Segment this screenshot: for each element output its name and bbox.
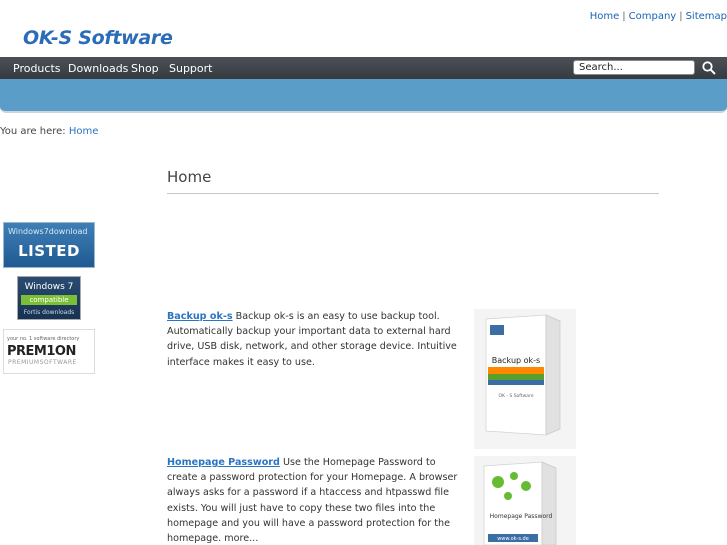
box-label: Homepage Password [490, 513, 553, 520]
badge-text: Fortis downloads [23, 309, 75, 316]
product-link-backup[interactable]: Backup ok-s [167, 311, 233, 322]
badge-text: PREM1ON [7, 344, 76, 359]
title-divider [167, 193, 659, 194]
nav-item-shop[interactable]: Shop [131, 62, 159, 75]
badge-text: Windows 7 [24, 282, 74, 292]
separator: | [622, 11, 626, 22]
top-links: Home | Company | Sitemap [590, 11, 727, 22]
nav-item-support[interactable]: Support [169, 62, 212, 75]
page-title: Home [167, 168, 212, 186]
product-entry-backup: Backup ok-s Backup ok-s is an easy to us… [167, 309, 467, 370]
breadcrumb-home-link[interactable]: Home [69, 126, 99, 137]
badge-text: compatible [21, 295, 77, 305]
search-input[interactable]: Search... [573, 60, 695, 75]
badge-text: LISTED [18, 242, 80, 260]
badge-text: PREMIUMSOFTWARE [8, 359, 77, 366]
breadcrumb: You are here: Home [0, 126, 98, 137]
box-label: Backup ok-s [492, 356, 540, 365]
nav-item-products[interactable]: Products [13, 62, 61, 75]
backup-product-box-image[interactable]: Backup ok-s OK - S Software [474, 309, 576, 449]
badge-text: your no. 1 software directory [7, 336, 80, 342]
breadcrumb-prefix: You are here: [0, 126, 66, 137]
badge-text: Windows7download [8, 227, 88, 236]
homepage-password-box-image[interactable]: Homepage Password www.ok-s.de [474, 456, 576, 545]
box-subtitle: www.ok-s.de [497, 536, 529, 542]
toplink-sitemap[interactable]: Sitemap [686, 11, 727, 22]
site-logo[interactable]: OK-S Software [23, 27, 173, 49]
premion-badge[interactable]: your no. 1 software directory PREM1ON PR… [3, 329, 95, 374]
toplink-home[interactable]: Home [590, 11, 620, 22]
windows7-compatible-badge[interactable]: Windows 7 compatible Fortis downloads [17, 276, 81, 320]
header-banner [0, 79, 727, 113]
product-entry-homepage-password: Homepage Password Use the Homepage Passw… [167, 455, 467, 545]
windows7-download-badge[interactable]: Windows7download LISTED [3, 222, 95, 268]
toplink-company[interactable]: Company [629, 11, 677, 22]
box-subtitle: OK - S Software [498, 393, 533, 399]
product-description: Use the Homepage Password to create a pa… [167, 457, 458, 545]
search-icon[interactable] [702, 61, 716, 75]
product-link-homepage-password[interactable]: Homepage Password [167, 457, 280, 468]
nav-item-downloads[interactable]: Downloads [68, 62, 128, 75]
separator: | [679, 11, 683, 22]
